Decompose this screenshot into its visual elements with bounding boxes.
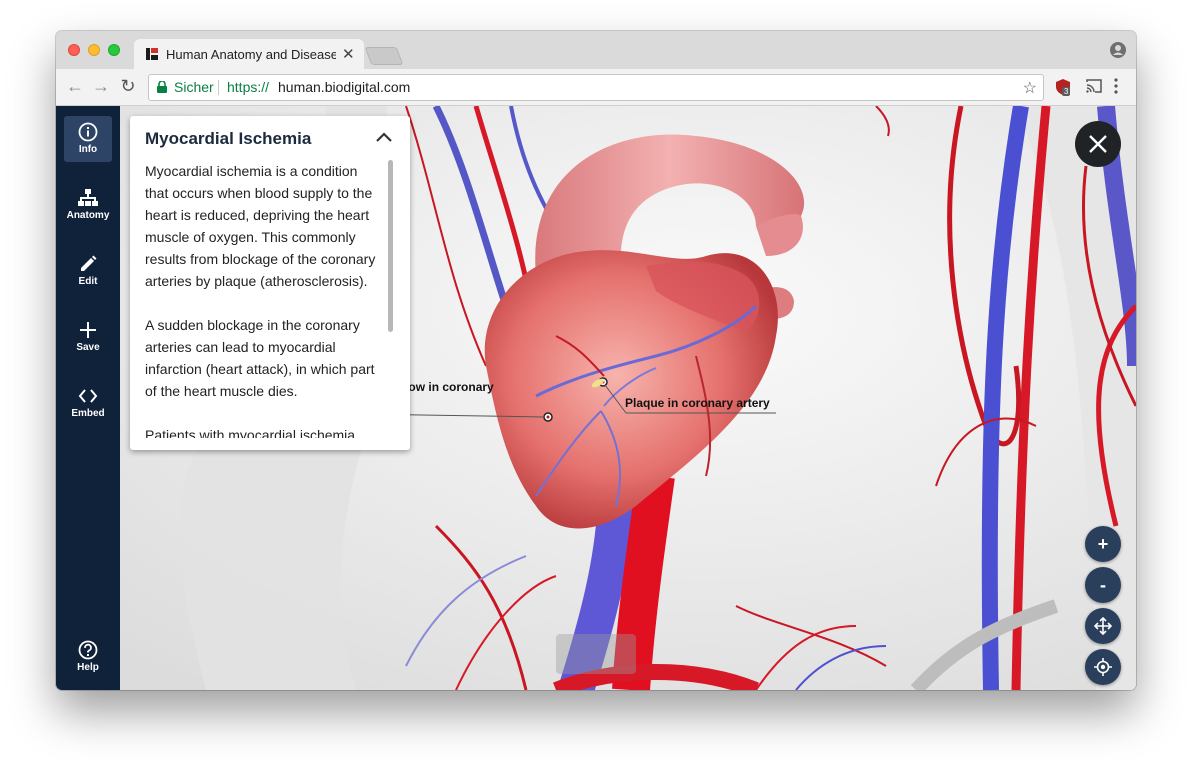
help-label: Help xyxy=(77,662,99,673)
plaque-label[interactable]: Plaque in coronary artery xyxy=(625,396,770,410)
biodigital-favicon-icon xyxy=(146,48,158,60)
address-bar[interactable]: Sicher https:// human.biodigital.com ☆ xyxy=(148,74,1044,101)
sidebar-item-anatomy[interactable]: Anatomy xyxy=(64,182,112,228)
panel-description[interactable]: Myocardial ischemia is a condition that … xyxy=(145,160,381,438)
zoom-in-button[interactable]: + xyxy=(1085,526,1121,562)
minimize-window-button[interactable] xyxy=(88,44,100,56)
sidebar-item-label: Anatomy xyxy=(66,210,110,221)
sidebar-item-help[interactable]: Help xyxy=(64,634,112,680)
browser-menu-icon[interactable] xyxy=(1114,78,1118,94)
profile-icon[interactable] xyxy=(1110,42,1126,58)
lock-icon xyxy=(157,81,167,93)
tab-strip: Human Anatomy and Disease in 3D ✕ xyxy=(56,31,1136,69)
new-tab-button[interactable] xyxy=(364,47,404,65)
sidebar-item-save[interactable]: Save xyxy=(64,314,112,360)
help-icon xyxy=(78,640,98,660)
left-sidebar: Info Anatomy Edit Save Embed Help xyxy=(56,106,120,690)
move-arrows-icon xyxy=(1094,617,1112,635)
tab-title: Human Anatomy and Disease in 3D xyxy=(166,47,336,62)
pan-button[interactable] xyxy=(1085,608,1121,644)
sidebar-item-edit[interactable]: Edit xyxy=(64,248,112,294)
extension-badge: 3 xyxy=(1062,87,1071,96)
sidebar-item-label: Embed xyxy=(71,408,105,419)
target-icon xyxy=(1094,658,1112,676)
chevron-up-icon[interactable] xyxy=(376,132,392,142)
browser-window: Human Anatomy and Disease in 3D ✕ ← → ↻ … xyxy=(56,31,1136,690)
sidebar-item-label: Info xyxy=(78,144,98,155)
viewer-content: Decreased blood flow in coronary artery … xyxy=(56,106,1136,690)
panel-title: Myocardial Ischemia xyxy=(145,129,312,148)
forward-arrow-icon[interactable]: → xyxy=(92,77,110,95)
pencil-icon xyxy=(81,255,97,271)
sidebar-item-label: Edit xyxy=(78,276,98,287)
description-paragraph: A sudden blockage in the coronary arteri… xyxy=(145,317,375,399)
panel-scrollbar[interactable] xyxy=(388,160,393,332)
close-icon xyxy=(1089,135,1107,153)
hierarchy-icon xyxy=(78,189,98,206)
sidebar-item-embed[interactable]: Embed xyxy=(64,380,112,426)
description-paragraph: Patients with myocardial ischemia xyxy=(145,427,356,438)
close-window-button[interactable] xyxy=(68,44,80,56)
browser-tab[interactable]: Human Anatomy and Disease in 3D ✕ xyxy=(134,39,364,69)
info-panel: Myocardial Ischemia Myocardial ischemia … xyxy=(130,116,410,450)
plus-icon xyxy=(80,322,96,338)
address-separator xyxy=(218,80,219,95)
sidebar-item-info[interactable]: Info xyxy=(64,116,112,162)
url-host: human.biodigital.com xyxy=(278,79,411,95)
code-icon xyxy=(78,389,98,403)
sidebar-item-label: Save xyxy=(76,342,100,353)
url-scheme: https:// xyxy=(227,79,270,95)
cast-icon[interactable] xyxy=(1086,79,1102,93)
browser-toolbar: ← → ↻ Sicher https:// human.biodigital.c… xyxy=(56,69,1136,106)
zoom-out-button[interactable]: - xyxy=(1085,567,1121,603)
back-arrow-icon[interactable]: ← xyxy=(66,77,84,95)
tab-close-icon[interactable]: ✕ xyxy=(342,45,355,63)
bookmark-star-icon[interactable]: ☆ xyxy=(1023,78,1037,98)
maximize-window-button[interactable] xyxy=(108,44,120,56)
info-icon xyxy=(78,122,98,142)
secure-label: Sicher xyxy=(174,79,214,95)
reload-icon[interactable]: ↻ xyxy=(119,77,137,95)
description-paragraph: Myocardial ischemia is a condition that … xyxy=(145,163,376,289)
reset-view-button[interactable] xyxy=(1085,649,1121,685)
close-viewer-button[interactable] xyxy=(1075,121,1121,167)
